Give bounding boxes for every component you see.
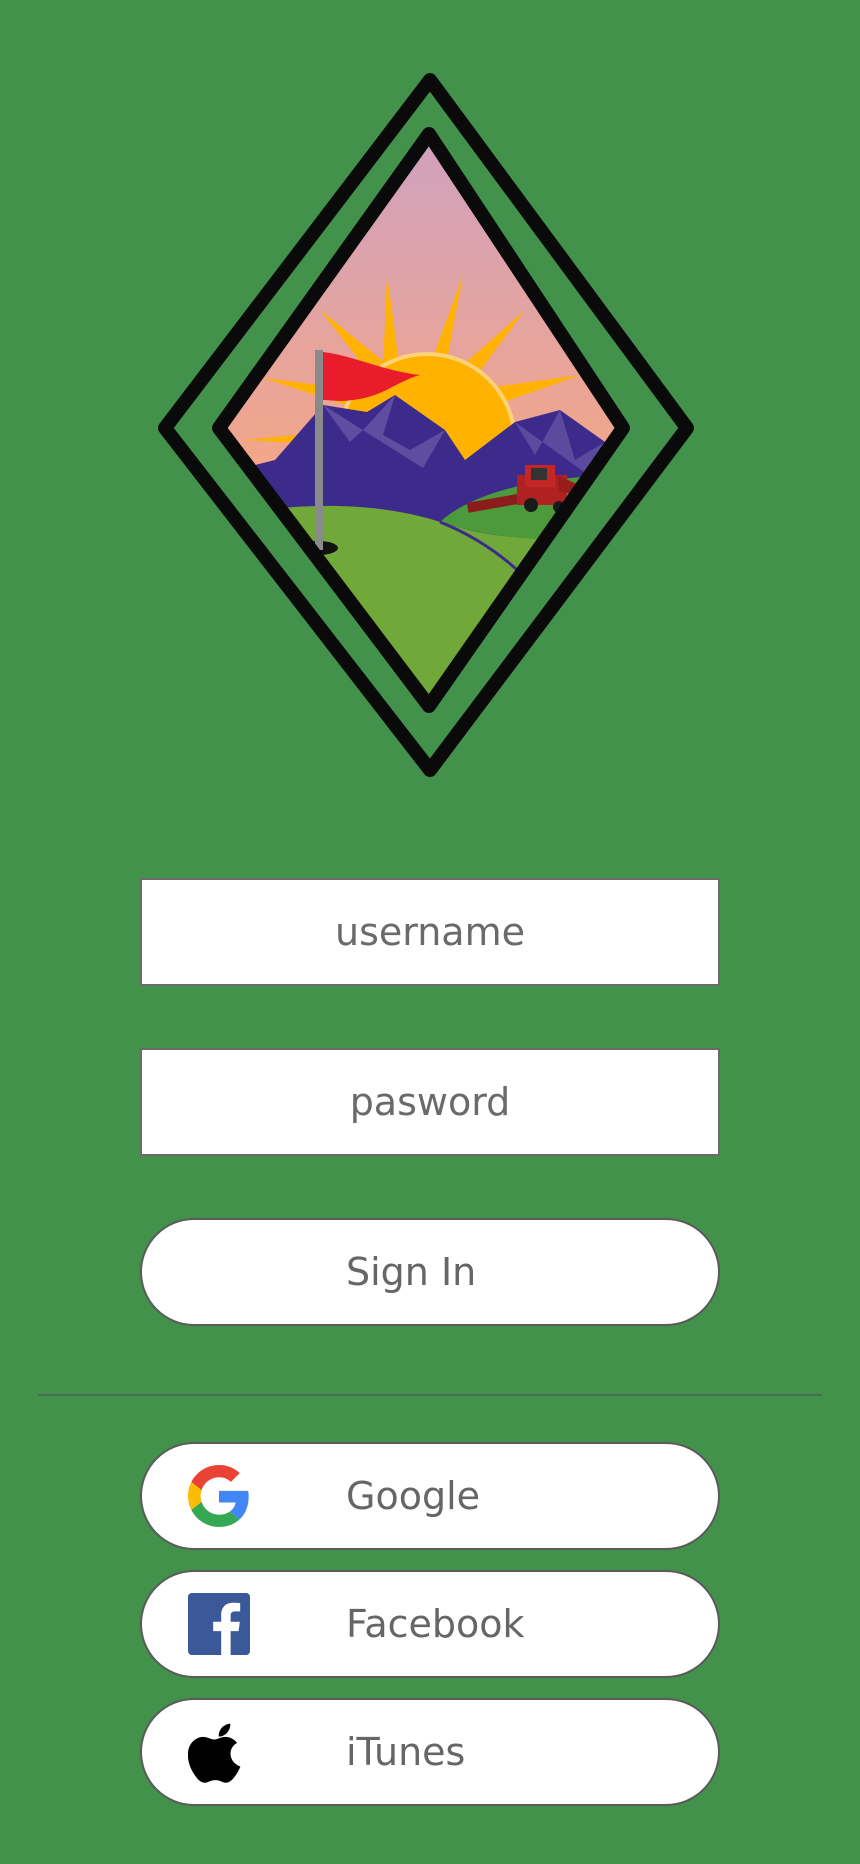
facebook-sign-in-button[interactable]: Facebook xyxy=(140,1570,720,1678)
google-sign-in-button[interactable]: Google xyxy=(140,1442,720,1550)
apple-icon xyxy=(188,1723,241,1783)
itunes-label: iTunes xyxy=(346,1730,466,1774)
google-icon xyxy=(188,1465,249,1527)
divider xyxy=(38,1394,822,1396)
sign-in-button[interactable]: Sign In xyxy=(140,1218,720,1326)
google-label: Google xyxy=(346,1474,481,1518)
itunes-sign-in-button[interactable]: iTunes xyxy=(140,1698,720,1806)
password-input[interactable] xyxy=(140,1048,720,1156)
username-input[interactable] xyxy=(140,878,720,986)
app-logo xyxy=(158,73,694,777)
facebook-icon xyxy=(188,1593,250,1655)
facebook-label: Facebook xyxy=(346,1602,525,1646)
sign-in-label: Sign In xyxy=(346,1250,477,1294)
